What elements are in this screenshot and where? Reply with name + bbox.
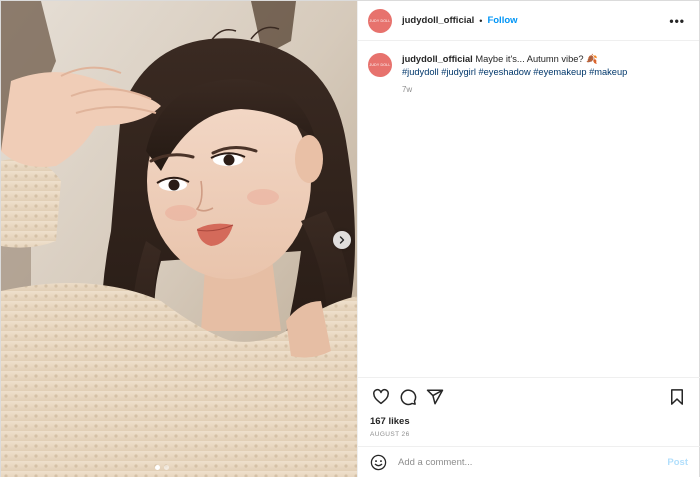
post-details-pane: JUDY DOLL judydoll_official • Follow •••… xyxy=(356,1,700,477)
share-button[interactable] xyxy=(424,386,446,408)
chevron-right-icon xyxy=(339,236,345,244)
post-header: JUDY DOLL judydoll_official • Follow ••• xyxy=(357,1,699,41)
comment-input[interactable] xyxy=(397,457,638,468)
carousel-indicator xyxy=(155,465,169,470)
caption-avatar[interactable]: JUDY DOLL xyxy=(367,53,392,77)
add-comment-bar: Post xyxy=(357,446,700,477)
bookmark-icon xyxy=(670,389,683,405)
avatar-logo-text: JUDY DOLL xyxy=(369,63,391,67)
post-actions-area: 167 likes AUGUST 26 xyxy=(357,377,700,438)
emoji-icon xyxy=(371,454,387,471)
avatar[interactable]: JUDY DOLL xyxy=(367,8,392,33)
post-dialog: JUDY DOLL judydoll_official • Follow •••… xyxy=(0,0,700,477)
avatar-logo-text: JUDY DOLL xyxy=(369,18,391,23)
heart-icon xyxy=(373,388,389,405)
more-options-button[interactable]: ••• xyxy=(669,14,685,28)
share-icon xyxy=(426,389,444,405)
username-link[interactable]: judydoll_official xyxy=(402,15,474,26)
likes-count[interactable]: 167 likes xyxy=(358,416,700,427)
follow-button[interactable]: Follow xyxy=(487,15,517,26)
caption-hashtags[interactable]: #judydoll #judygirl #eyeshadow #eyemakeu… xyxy=(402,67,627,77)
carousel-next-button[interactable] xyxy=(333,231,351,249)
carousel-dot xyxy=(155,465,160,470)
comment-icon xyxy=(400,389,417,406)
post-comment-button[interactable]: Post xyxy=(667,457,688,468)
comment-button[interactable] xyxy=(397,386,419,408)
post-caption: JUDY DOLL judydoll_official Maybe it's..… xyxy=(358,41,699,97)
post-media xyxy=(1,1,357,477)
emoji-button[interactable] xyxy=(370,454,388,472)
save-button[interactable] xyxy=(666,386,688,408)
caption-text: Maybe it's... Autumn vibe? 🍂 xyxy=(475,54,598,64)
post-photo[interactable] xyxy=(1,1,357,477)
like-button[interactable] xyxy=(370,386,392,408)
more-icon: ••• xyxy=(669,13,685,28)
post-date[interactable]: AUGUST 26 xyxy=(358,427,700,438)
separator-dot: • xyxy=(479,15,483,26)
caption-timestamp[interactable]: 7w xyxy=(402,84,682,97)
caption-username-link[interactable]: judydoll_official xyxy=(402,54,473,64)
carousel-dot xyxy=(164,465,169,470)
action-icons-row xyxy=(358,378,700,416)
